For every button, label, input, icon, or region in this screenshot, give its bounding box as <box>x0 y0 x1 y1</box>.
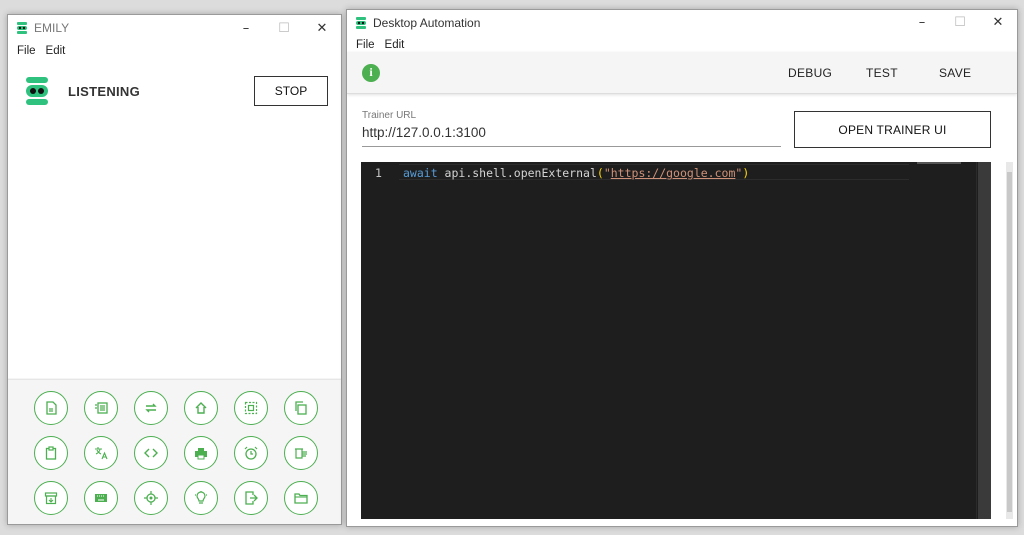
emily-header: LISTENING STOP <box>8 61 341 121</box>
code-editor[interactable]: 1 await api.shell.openExternal("https://… <box>361 162 991 519</box>
minimize-button[interactable]: – <box>903 10 941 35</box>
code-keyword: await <box>403 166 438 180</box>
listening-status: LISTENING <box>68 83 141 99</box>
menu-edit[interactable]: Edit <box>380 39 410 51</box>
editor-scrollbar[interactable] <box>978 162 991 519</box>
code-url-link[interactable]: https://google.com <box>611 166 736 180</box>
translate-icon[interactable] <box>84 436 118 470</box>
code-call: api.shell.openExternal <box>437 166 597 180</box>
emily-logo <box>26 77 48 105</box>
lightbulb-icon[interactable] <box>184 481 218 515</box>
trainer-url-label: Trainer URL <box>362 110 417 121</box>
code-quote-open: " <box>603 166 611 180</box>
automation-toolbar: i DEBUG TEST SAVE <box>347 52 1017 94</box>
minimap-divider <box>976 162 977 519</box>
editor-scrollbar-thumb[interactable] <box>978 162 991 519</box>
automation-app-icon <box>355 16 367 29</box>
document-icon[interactable] <box>34 391 68 425</box>
open-trainer-ui-button[interactable]: OPEN TRAINER UI <box>794 111 991 148</box>
delete-list-icon[interactable] <box>284 436 318 470</box>
trainer-url-field[interactable]: http://127.0.0.1:3100 <box>362 122 781 147</box>
emily-menubar: File Edit <box>8 41 341 61</box>
keyboard-icon[interactable] <box>84 481 118 515</box>
print-icon[interactable] <box>184 436 218 470</box>
line-number: 1 <box>375 166 382 180</box>
emily-app-icon <box>16 22 28 34</box>
menu-file[interactable]: File <box>12 45 41 57</box>
select-icon[interactable] <box>234 391 268 425</box>
archive-icon[interactable] <box>34 481 68 515</box>
emily-window-title: EMILY <box>34 21 70 35</box>
info-icon[interactable]: i <box>362 63 380 82</box>
window-scrollbar[interactable] <box>1006 162 1013 519</box>
close-button[interactable]: ✕ <box>979 10 1017 35</box>
alarm-icon[interactable] <box>234 436 268 470</box>
code-line[interactable]: await api.shell.openExternal("https://go… <box>403 166 749 180</box>
automation-titlebar: Desktop Automation – ☐ ✕ <box>347 10 1017 35</box>
code-paren-open: ( <box>596 166 604 180</box>
emily-window: EMILY – ☐ ✕ File Edit LISTENING STOP <box>7 14 342 525</box>
code-icon[interactable] <box>134 436 168 470</box>
menu-file[interactable]: File <box>351 39 380 51</box>
stop-button[interactable]: STOP <box>254 76 328 106</box>
automation-window: Desktop Automation – ☐ ✕ File Edit i DEB… <box>346 9 1018 527</box>
minimap-marker <box>917 162 961 164</box>
minimize-button[interactable]: – <box>227 15 265 41</box>
target-icon[interactable] <box>134 481 168 515</box>
maximize-button[interactable]: ☐ <box>941 10 979 35</box>
save-button[interactable]: SAVE <box>939 66 971 80</box>
tool-grid <box>34 391 318 515</box>
folder-icon[interactable] <box>284 481 318 515</box>
list-icon[interactable] <box>84 391 118 425</box>
test-button[interactable]: TEST <box>866 66 898 80</box>
automation-window-title: Desktop Automation <box>373 15 481 30</box>
maximize-button[interactable]: ☐ <box>265 15 303 41</box>
tool-panel <box>8 379 341 524</box>
window-scrollbar-thumb[interactable] <box>1007 172 1012 512</box>
exit-icon[interactable] <box>234 481 268 515</box>
clipboard-icon[interactable] <box>34 436 68 470</box>
close-button[interactable]: ✕ <box>303 15 341 41</box>
copy-icon[interactable] <box>284 391 318 425</box>
code-paren-close: ) <box>742 166 750 180</box>
menu-edit[interactable]: Edit <box>41 45 71 57</box>
emily-content-area <box>8 121 341 378</box>
repeat-icon[interactable] <box>134 391 168 425</box>
emily-titlebar: EMILY – ☐ ✕ <box>8 15 341 41</box>
debug-button[interactable]: DEBUG <box>788 66 832 80</box>
home-icon[interactable] <box>184 391 218 425</box>
